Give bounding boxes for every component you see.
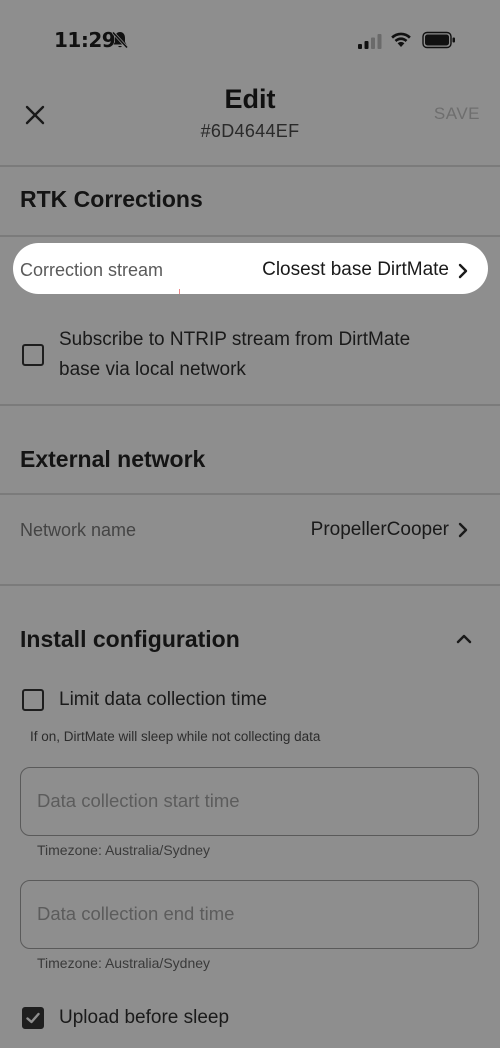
upload-before-sleep-label: Upload before sleep <box>59 1007 230 1028</box>
network-name-value: PropellerCooper <box>310 519 449 540</box>
status-time: 11:29 <box>54 28 116 52</box>
wifi-icon <box>391 32 411 47</box>
save-button[interactable]: SAVE <box>420 104 480 124</box>
install-section-title: Install configuration <box>20 626 240 652</box>
network-name-label: Network name <box>20 520 137 540</box>
start-timezone: Timezone: Australia/Sydney <box>37 842 211 858</box>
subscribe-ntrip-checkbox[interactable] <box>22 344 44 366</box>
correction-stream-label: Correction stream <box>20 260 164 280</box>
rtk-bottom-divider <box>0 404 500 406</box>
battery-icon <box>422 31 455 49</box>
device-id: #6D4644EF <box>200 121 300 141</box>
rtk-divider <box>0 235 500 237</box>
limit-collection-label: Limit data collection time <box>59 689 268 710</box>
external-network-section-title: External network <box>20 446 206 472</box>
chevron-right-icon <box>458 522 468 538</box>
subscribe-ntrip-label-line1: Subscribe to NTRIP stream from DirtMate <box>59 329 411 350</box>
limit-collection-help: If on, DirtMate will sleep while not col… <box>30 729 321 744</box>
checkmark-icon <box>26 1012 40 1024</box>
external-network-bottom-divider <box>0 584 500 586</box>
start-time-placeholder: Data collection start time <box>37 790 240 811</box>
end-timezone: Timezone: Australia/Sydney <box>37 955 211 971</box>
limit-collection-checkbox[interactable] <box>22 689 44 711</box>
subscribe-ntrip-label-line2: base via local network <box>59 359 246 380</box>
end-time-placeholder: Data collection end time <box>37 903 235 924</box>
rtk-section-title: RTK Corrections <box>20 186 203 212</box>
correction-stream-value: Closest base DirtMate <box>262 259 449 280</box>
bell-muted-icon <box>112 31 128 49</box>
chevron-up-icon[interactable] <box>454 630 474 648</box>
external-network-divider <box>0 493 500 495</box>
cellular-signal-icon <box>358 34 382 49</box>
header-divider <box>0 165 500 167</box>
chevron-right-icon <box>458 263 468 279</box>
upload-before-sleep-checkbox[interactable] <box>22 1007 44 1029</box>
focus-marker <box>179 289 180 294</box>
